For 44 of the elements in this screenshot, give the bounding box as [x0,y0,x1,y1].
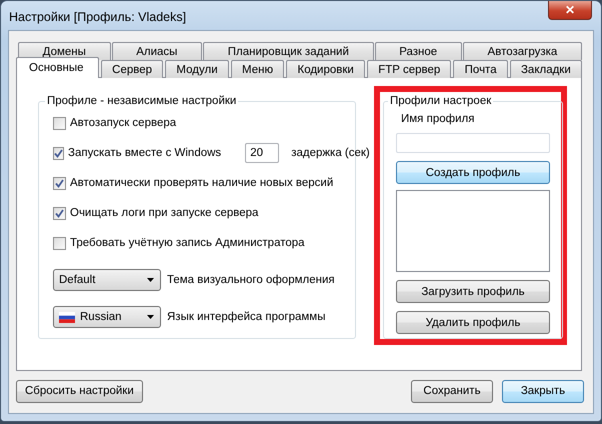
checkbox[interactable] [53,146,64,160]
tab[interactable]: Меню [230,60,284,78]
close-button[interactable]: ✕ [548,1,592,20]
push-button[interactable]: Загрузить профиль [396,280,550,303]
push-button[interactable]: Сохранить [411,380,493,402]
push-button[interactable]: Сбросить настройки [16,380,143,402]
dropdown[interactable]: Russian [53,306,161,328]
tab[interactable]: Сервер [100,60,164,78]
dropdown[interactable]: Default [53,269,161,291]
checkbox[interactable] [53,116,66,130]
checkbox[interactable] [53,206,66,220]
checkbox-label: Очищать логи при запуске сервера [70,207,258,219]
field-label: Имя профиля [401,113,476,125]
push-button[interactable]: Создать профиль [396,161,550,184]
tab[interactable]: Планировщик заданий [203,42,374,60]
dropdown-arrow-icon [147,315,154,319]
tab[interactable]: Модули [165,60,229,78]
delay-label: задержка (сек) [291,147,370,159]
dropdown-arrow-icon [147,278,154,282]
tab[interactable]: FTP сервер [367,60,452,78]
tab[interactable]: Автозагрузка [462,42,582,60]
tab[interactable]: Почта [453,60,508,78]
push-button[interactable]: Закрыть [502,380,584,402]
push-button[interactable]: Удалить профиль [396,311,550,334]
tab[interactable]: Алиасы [112,42,202,60]
group-title: Профиле - независимые настройки [46,95,238,107]
checkbox-label: Запускать вместе с Windows [68,147,222,159]
tab[interactable]: Основные [16,57,99,78]
window-title: Настройки [Профиль: Vladeks] [9,10,186,24]
checkbox-label: Требовать учётную запись Администратора [70,237,305,249]
delay-field[interactable]: 20 [245,143,280,163]
tab[interactable]: Разное [374,42,462,60]
tab[interactable]: Закладки [510,60,582,78]
checkbox[interactable] [53,236,66,250]
profile-name-field[interactable] [396,133,550,153]
flag-icon [59,312,75,322]
group-title: Профили настроек [389,95,492,107]
tab[interactable]: Кодировки [286,60,366,78]
profile-list[interactable] [396,190,550,272]
dropdown-label: Тема визуального оформления [167,274,335,286]
checkbox-label: Автоматически проверять наличие новых версий [70,177,334,189]
checkbox-label: Автозапуск сервера [70,117,176,129]
checkbox[interactable] [53,176,66,190]
dropdown-label: Язык интерфейса программы [167,311,326,323]
